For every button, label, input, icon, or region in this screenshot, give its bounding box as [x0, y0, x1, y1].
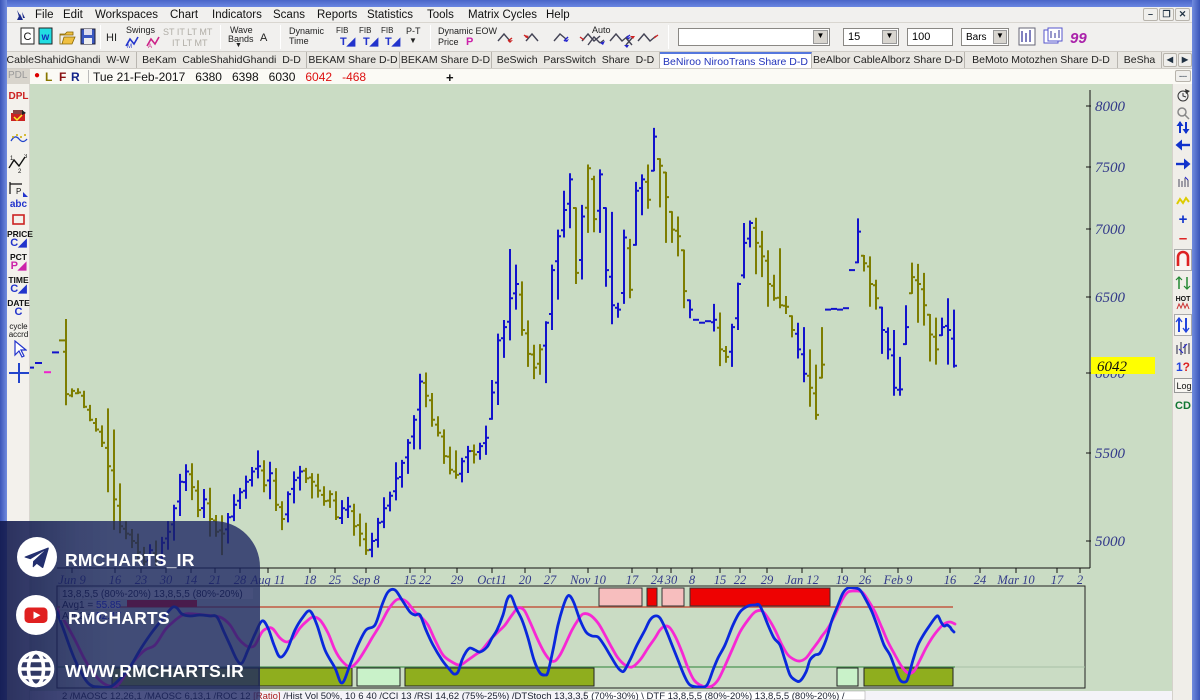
svg-text:17: 17 — [1051, 573, 1064, 587]
svg-text:M: M — [127, 44, 132, 49]
svg-text:22: 22 — [734, 573, 747, 587]
svg-text:3: 3 — [24, 154, 28, 160]
svg-text:6042: 6042 — [1097, 359, 1128, 375]
svg-text:20: 20 — [519, 573, 532, 587]
svg-text:16: 16 — [944, 573, 957, 587]
svg-text:15: 15 — [714, 573, 727, 587]
svg-text:15: 15 — [404, 573, 417, 587]
svg-text:Nov 10: Nov 10 — [569, 573, 607, 587]
svg-text:C: C — [24, 31, 32, 43]
svg-text:24: 24 — [974, 573, 987, 587]
svg-text:7500: 7500 — [1095, 160, 1126, 176]
svg-text:5500: 5500 — [1095, 446, 1126, 462]
svg-text:27: 27 — [544, 573, 557, 587]
svg-text:17: 17 — [626, 573, 639, 587]
svg-text:18: 18 — [304, 573, 317, 587]
svg-text:8000: 8000 — [1095, 99, 1126, 115]
svg-text:99: 99 — [1070, 30, 1087, 47]
svg-text:22: 22 — [419, 573, 432, 587]
svg-text:Sep 8: Sep 8 — [352, 573, 380, 587]
svg-text:Feb 9: Feb 9 — [883, 573, 914, 587]
svg-text:5000: 5000 — [1095, 534, 1126, 550]
svg-text:25: 25 — [329, 573, 342, 587]
svg-text:2: 2 — [1077, 573, 1083, 587]
svg-text:8: 8 — [689, 573, 696, 587]
svg-text:19: 19 — [836, 573, 849, 587]
svg-text:7000: 7000 — [1095, 222, 1126, 238]
svg-text:Jan 12: Jan 12 — [785, 573, 819, 587]
svg-text:6500: 6500 — [1095, 290, 1126, 306]
svg-text:Mar 10: Mar 10 — [996, 573, 1035, 587]
svg-text:P: P — [16, 187, 21, 196]
svg-text:2: 2 — [18, 169, 22, 174]
svg-text:26: 26 — [859, 573, 872, 587]
svg-text:24: 24 — [651, 573, 664, 587]
svg-text:29: 29 — [451, 573, 464, 587]
svg-text:A: A — [148, 44, 152, 49]
svg-text:30: 30 — [664, 573, 678, 587]
svg-text:w: w — [41, 32, 50, 43]
svg-text:Oct11: Oct11 — [477, 573, 507, 587]
svg-text:Log: Log — [1177, 381, 1192, 391]
svg-text:29: 29 — [761, 573, 774, 587]
